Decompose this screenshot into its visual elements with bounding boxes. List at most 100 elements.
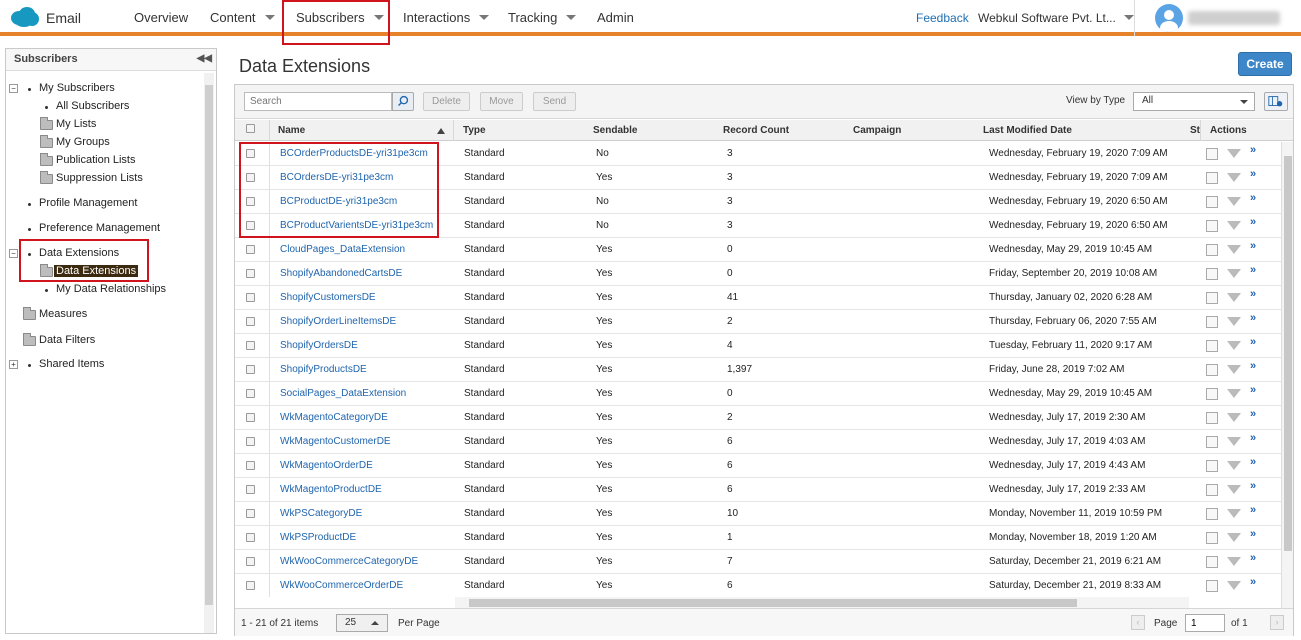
import-icon[interactable] [1206,508,1218,520]
table-row[interactable]: WkMagentoOrderDE Standard Yes 6 Wednesday, J… [235,454,1281,478]
table-row[interactable]: CloudPages_DataExtension Standard Yes 0 Wedn… [235,238,1281,262]
grid-horizontal-scrollbar[interactable] [455,597,1189,608]
more-actions-icon[interactable]: » [1250,432,1256,444]
row-checkbox[interactable] [246,245,255,254]
import-icon[interactable] [1206,436,1218,448]
table-row[interactable]: WkWooCommerceCategoryDE Standard Yes 7 Satur… [235,550,1281,574]
more-actions-icon[interactable]: » [1250,504,1256,516]
nav-subscribers[interactable]: Subscribers [296,10,384,25]
import-icon[interactable] [1206,244,1218,256]
tree-suppression-lists[interactable]: Suppression Lists [56,172,143,184]
search-button[interactable] [392,92,414,111]
column-header-status[interactable]: St [1190,125,1200,136]
row-checkbox[interactable] [246,173,255,182]
import-icon[interactable] [1206,532,1218,544]
tree-shared-items[interactable]: Shared Items [39,358,104,370]
tree-all-subscribers[interactable]: All Subscribers [56,100,129,112]
nav-admin[interactable]: Admin [597,10,634,25]
more-actions-icon[interactable]: » [1250,168,1256,180]
grid-vertical-scrollbar[interactable] [1281,142,1293,608]
next-page-button[interactable]: › [1270,615,1284,630]
table-row[interactable]: SocialPages_DataExtension Standard Yes 0 Wed… [235,382,1281,406]
table-row[interactable]: WkPSProductDE Standard Yes 1 Monday, Novembe… [235,526,1281,550]
collapse-toggle-my-subscribers[interactable]: − [9,84,18,93]
row-name-link[interactable]: BCProductDE-yri31pe3cm [280,196,397,207]
more-actions-icon[interactable]: » [1250,480,1256,492]
nav-content[interactable]: Content [210,10,275,25]
row-checkbox[interactable] [246,485,255,494]
filter-icon[interactable] [1227,485,1241,494]
row-name-link[interactable]: BCOrdersDE-yri31pe3cm [280,172,393,183]
column-header-sendable[interactable]: Sendable [593,125,637,136]
row-checkbox[interactable] [246,557,255,566]
row-name-link[interactable]: ShopifyOrdersDE [280,340,358,351]
table-row[interactable]: WkMagentoProductDE Standard Yes 6 Wednesday,… [235,478,1281,502]
user-avatar-icon[interactable] [1155,4,1183,32]
nav-tracking[interactable]: Tracking [508,10,577,25]
tree-data-filters[interactable]: Data Filters [39,334,95,346]
app-name[interactable]: Email [46,10,81,26]
filter-icon[interactable] [1227,293,1241,302]
row-name-link[interactable]: BCOrderProductsDE-yri31pe3cm [280,148,428,159]
filter-icon[interactable] [1227,317,1241,326]
row-name-link[interactable]: BCProductVarientsDE-yri31pe3cm [280,220,433,231]
sidebar-scroll-thumb[interactable] [205,85,213,605]
tree-profile-management[interactable]: Profile Management [39,197,137,209]
import-icon[interactable] [1206,484,1218,496]
filter-icon[interactable] [1227,149,1241,158]
tree-publication-lists[interactable]: Publication Lists [56,154,136,166]
filter-icon[interactable] [1227,365,1241,374]
feedback-link[interactable]: Feedback [916,11,969,25]
import-icon[interactable] [1206,556,1218,568]
more-actions-icon[interactable]: » [1250,312,1256,324]
page-number-input[interactable] [1185,614,1225,632]
table-row[interactable]: BCOrderProductsDE-yri31pe3cm Standard No 3 W… [235,142,1281,166]
prev-page-button[interactable]: ‹ [1131,615,1145,630]
import-icon[interactable] [1206,460,1218,472]
filter-icon[interactable] [1227,461,1241,470]
more-actions-icon[interactable]: » [1250,192,1256,204]
row-checkbox[interactable] [246,389,255,398]
select-all-checkbox[interactable] [246,124,255,133]
filter-icon[interactable] [1227,221,1241,230]
column-header-record-count[interactable]: Record Count [723,125,789,136]
tree-data-extensions-folder-selected[interactable]: Data Extensions [54,265,139,277]
row-checkbox[interactable] [246,437,255,446]
more-actions-icon[interactable]: » [1250,360,1256,372]
more-actions-icon[interactable]: » [1250,144,1256,156]
tree-preference-management[interactable]: Preference Management [39,222,160,234]
row-name-link[interactable]: CloudPages_DataExtension [280,244,405,255]
row-checkbox[interactable] [246,221,255,230]
table-row[interactable]: ShopifyOrderLineItemsDE Standard Yes 2 Thurs… [235,310,1281,334]
import-icon[interactable] [1206,580,1218,592]
table-row[interactable]: ShopifyAbandonedCartsDE Standard Yes 0 Frida… [235,262,1281,286]
row-name-link[interactable]: WkPSCategoryDE [280,508,362,519]
page-size-select[interactable]: 25 [336,614,388,632]
expand-toggle-shared-items[interactable]: + [9,360,18,369]
table-row[interactable]: BCProductVarientsDE-yri31pe3cm Standard No… [235,214,1281,238]
table-row[interactable]: WkPSCategoryDE Standard Yes 10 Monday, Novem… [235,502,1281,526]
row-checkbox[interactable] [246,509,255,518]
tree-my-subscribers[interactable]: My Subscribers [39,82,115,94]
table-row[interactable]: WkMagentoCategoryDE Standard Yes 2 Wednesday… [235,406,1281,430]
row-checkbox[interactable] [246,293,255,302]
row-checkbox[interactable] [246,413,255,422]
filter-icon[interactable] [1227,173,1241,182]
grid-vertical-scroll-thumb[interactable] [1284,156,1292,551]
more-actions-icon[interactable]: » [1250,240,1256,252]
import-icon[interactable] [1206,412,1218,424]
tree-data-extensions[interactable]: Data Extensions [39,247,119,259]
row-name-link[interactable]: ShopifyOrderLineItemsDE [280,316,396,327]
row-checkbox[interactable] [246,149,255,158]
row-name-link[interactable]: WkWooCommerceCategoryDE [280,556,418,567]
row-checkbox[interactable] [246,461,255,470]
more-actions-icon[interactable]: » [1250,336,1256,348]
import-icon[interactable] [1206,220,1218,232]
import-icon[interactable] [1206,196,1218,208]
filter-icon[interactable] [1227,245,1241,254]
filter-icon[interactable] [1227,509,1241,518]
import-icon[interactable] [1206,292,1218,304]
column-header-type[interactable]: Type [463,125,486,136]
move-button[interactable]: Move [480,92,523,111]
filter-icon[interactable] [1227,269,1241,278]
